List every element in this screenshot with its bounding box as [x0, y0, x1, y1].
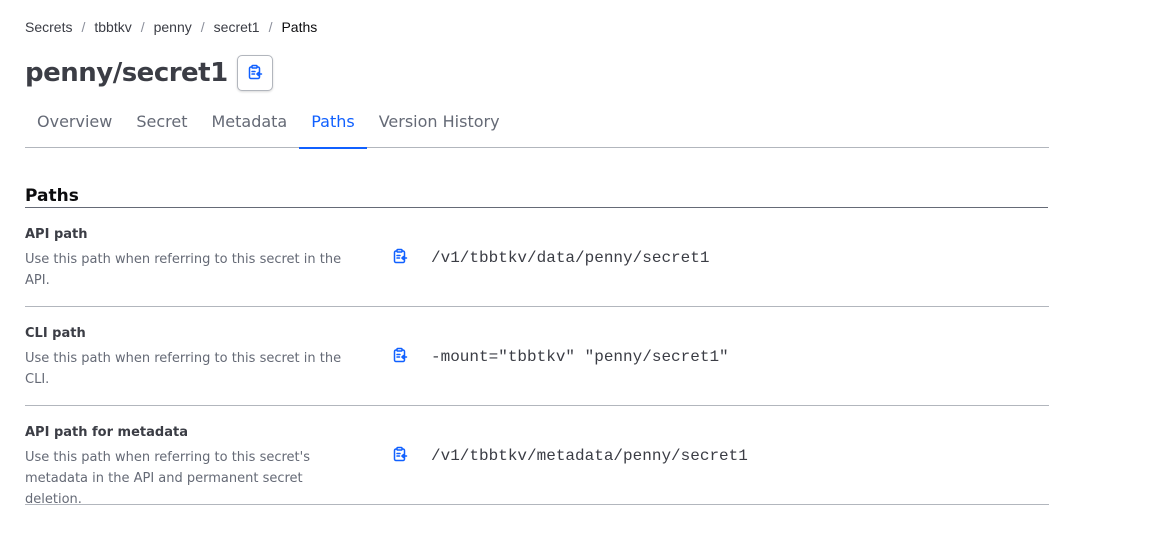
tab-bar: Overview Secret Metadata Paths Version H…: [25, 100, 1049, 149]
path-description: Use this path when referring to this sec…: [25, 351, 342, 387]
clipboard-copy-icon: [247, 64, 263, 83]
page-title: penny/secret1: [25, 58, 228, 88]
path-label: CLI path: [25, 326, 86, 341]
path-row-cli: CLI path Use this path when referring to…: [25, 307, 1049, 406]
copy-path-button[interactable]: [390, 248, 410, 268]
path-value: /v1/tbbtkv/data/penny/secret1: [431, 249, 710, 267]
path-description: Use this path when referring to this sec…: [25, 252, 342, 288]
clipboard-copy-icon: [392, 248, 408, 269]
breadcrumb-separator: /: [200, 19, 205, 35]
title-row: penny/secret1: [25, 55, 273, 91]
path-label: API path: [25, 227, 88, 242]
copy-path-button[interactable]: [390, 347, 410, 367]
tab-overview[interactable]: Overview: [25, 100, 124, 148]
clipboard-copy-icon: [392, 446, 408, 467]
breadcrumb-folder[interactable]: penny: [154, 19, 192, 35]
breadcrumb: Secrets / tbbtkv / penny / secret1 / Pat…: [25, 18, 317, 36]
path-row-api: API path Use this path when referring to…: [25, 208, 1049, 307]
copy-path-button[interactable]: [390, 446, 410, 466]
section-title: Paths: [25, 186, 79, 206]
tab-version-history[interactable]: Version History: [367, 100, 512, 148]
breadcrumb-separator: /: [140, 19, 145, 35]
tab-paths[interactable]: Paths: [299, 100, 368, 149]
clipboard-copy-icon: [392, 347, 408, 368]
breadcrumb-secret[interactable]: secret1: [214, 19, 260, 35]
path-description: Use this path when referring to this sec…: [25, 450, 310, 507]
breadcrumb-current: Paths: [281, 19, 318, 35]
breadcrumb-separator: /: [268, 19, 273, 35]
tab-metadata[interactable]: Metadata: [199, 100, 299, 148]
path-value: /v1/tbbtkv/metadata/penny/secret1: [431, 447, 748, 465]
breadcrumb-engine[interactable]: tbbtkv: [94, 19, 131, 35]
breadcrumb-secrets[interactable]: Secrets: [25, 19, 72, 35]
copy-title-button[interactable]: [236, 55, 273, 91]
path-label: API path for metadata: [25, 425, 188, 440]
path-row-api-metadata: API path for metadata Use this path when…: [25, 406, 1049, 507]
path-value: -mount="tbbtkv" "penny/secret1": [431, 348, 729, 366]
tab-secret[interactable]: Secret: [124, 100, 199, 148]
breadcrumb-separator: /: [81, 19, 86, 35]
